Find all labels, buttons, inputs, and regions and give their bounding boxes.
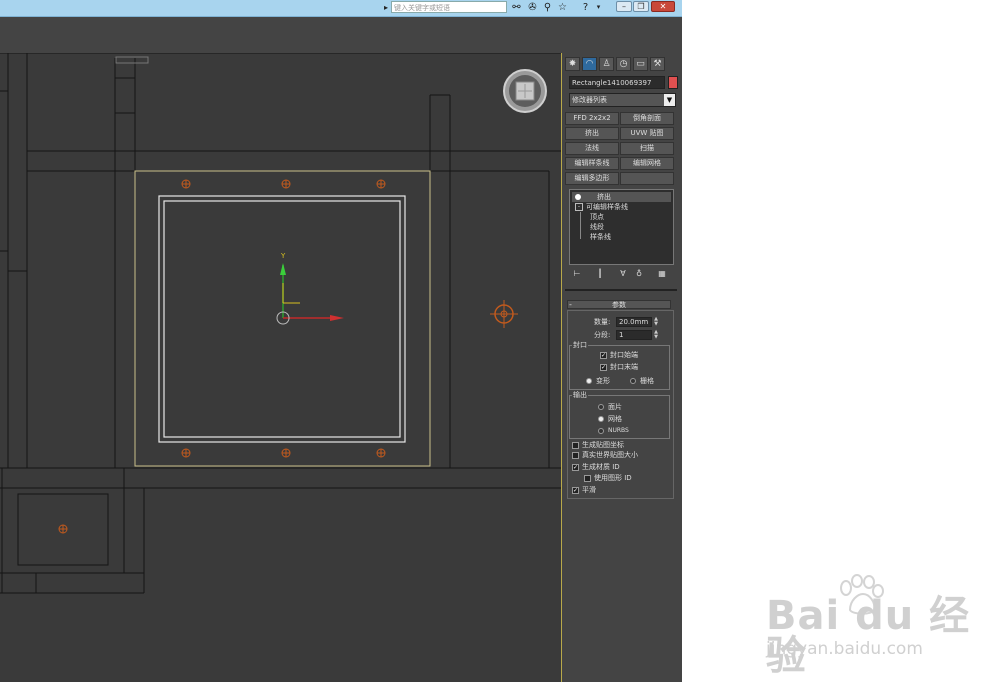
minimize-button[interactable]: – xyxy=(616,1,632,12)
modifier-button-bevel-profile[interactable]: 倒角剖面 xyxy=(620,112,674,125)
watermark-logo-text: Bai du 经验 xyxy=(766,593,971,679)
parameters-rollout-frame xyxy=(567,310,674,499)
divider xyxy=(565,289,677,291)
rollout-parameters-header[interactable]: 参数 xyxy=(567,300,671,309)
modifier-button-edit-spline[interactable]: 编辑样条线 xyxy=(565,157,619,170)
modifier-button-extrude[interactable]: 挤出 xyxy=(565,127,619,140)
watermark-url: jingyan.baidu.com xyxy=(766,639,923,659)
selection-bracket xyxy=(134,170,431,467)
light-markers xyxy=(58,179,518,534)
binoculars-icon[interactable]: ⚯ xyxy=(510,1,523,14)
toolbar-strip xyxy=(0,17,682,53)
object-color-swatch[interactable] xyxy=(668,76,678,89)
help-icon[interactable]: ? xyxy=(579,1,592,14)
modifier-button-uvw-map[interactable]: UVW 贴图 xyxy=(620,127,674,140)
stack-sub-vertex[interactable]: 顶点 xyxy=(590,212,604,222)
viewcube-icon xyxy=(503,69,547,113)
stack-item-editable-spline[interactable]: - 可编辑样条线 xyxy=(572,202,628,212)
rectangle-inner xyxy=(163,200,401,438)
modifier-button-edit-poly[interactable]: 编辑多边形 xyxy=(565,172,619,185)
modifier-button-empty[interactable] xyxy=(620,172,674,185)
tools-icon[interactable]: ✇ xyxy=(526,1,539,14)
gizmo-axis-y-label: Y xyxy=(280,252,286,260)
tab-utilities[interactable]: ⚒ xyxy=(650,57,665,71)
modifier-list-dropdown[interactable]: 修改器列表 xyxy=(569,93,676,107)
modifier-stack[interactable]: 挤出 - 可编辑样条线 顶点 线段 样条线 xyxy=(569,189,674,265)
configure-sets-icon[interactable]: ▦ xyxy=(657,269,667,279)
search-input[interactable]: 键入关键字或短语 xyxy=(391,1,507,13)
top-cap-rect xyxy=(115,56,149,64)
object-name-field[interactable]: Rectangle1410069397 xyxy=(569,76,665,89)
rectangle-outer xyxy=(158,195,406,443)
pin-stack-icon[interactable]: ⊢ xyxy=(572,269,582,279)
modifier-button-sweep[interactable]: 扫描 xyxy=(620,142,674,155)
tab-create[interactable]: ✸ xyxy=(565,57,580,71)
close-button[interactable]: ✕ xyxy=(651,1,675,12)
stack-sub-segment[interactable]: 线段 xyxy=(590,222,604,232)
show-end-result-icon[interactable]: ┃ xyxy=(595,269,605,279)
viewport-scene: Y xyxy=(0,53,562,594)
light-bulb-icon[interactable] xyxy=(575,194,581,200)
stack-sub-spline[interactable]: 样条线 xyxy=(590,232,611,242)
modifier-button-ffd[interactable]: FFD 2x2x2 xyxy=(565,112,619,125)
collapse-icon[interactable]: - xyxy=(569,300,572,309)
plan-lines xyxy=(0,53,562,594)
tab-hierarchy[interactable]: ♙ xyxy=(599,57,614,71)
help-dropdown-icon[interactable]: ▾ xyxy=(592,1,605,14)
transform-gizmo xyxy=(276,263,344,325)
modifier-button-normal[interactable]: 法线 xyxy=(565,142,619,155)
command-panel: ✸ ◠ ♙ ◷ ▭ ⚒ Rectangle1410069397 修改器列表 ▼ … xyxy=(562,53,682,682)
chevron-down-icon[interactable]: ▼ xyxy=(664,94,675,106)
expand-icon[interactable]: - xyxy=(575,203,583,211)
modifier-button-edit-mesh[interactable]: 编辑网格 xyxy=(620,157,674,170)
remove-modifier-icon[interactable]: ♁ xyxy=(634,269,644,279)
star-icon[interactable]: ☆ xyxy=(556,1,569,14)
search-expand-arrow-icon[interactable]: ▸ xyxy=(381,1,391,14)
connect-icon[interactable]: ⚲ xyxy=(541,1,554,14)
tab-modify[interactable]: ◠ xyxy=(582,57,597,71)
stack-item-extrude[interactable]: 挤出 xyxy=(572,192,671,202)
viewport-top[interactable]: Y xyxy=(0,53,562,682)
tab-display[interactable]: ▭ xyxy=(633,57,648,71)
restore-button[interactable]: ❐ xyxy=(633,1,649,12)
make-unique-icon[interactable]: ∀ xyxy=(618,269,628,279)
tab-motion[interactable]: ◷ xyxy=(616,57,631,71)
stack-tree-line xyxy=(580,212,581,239)
